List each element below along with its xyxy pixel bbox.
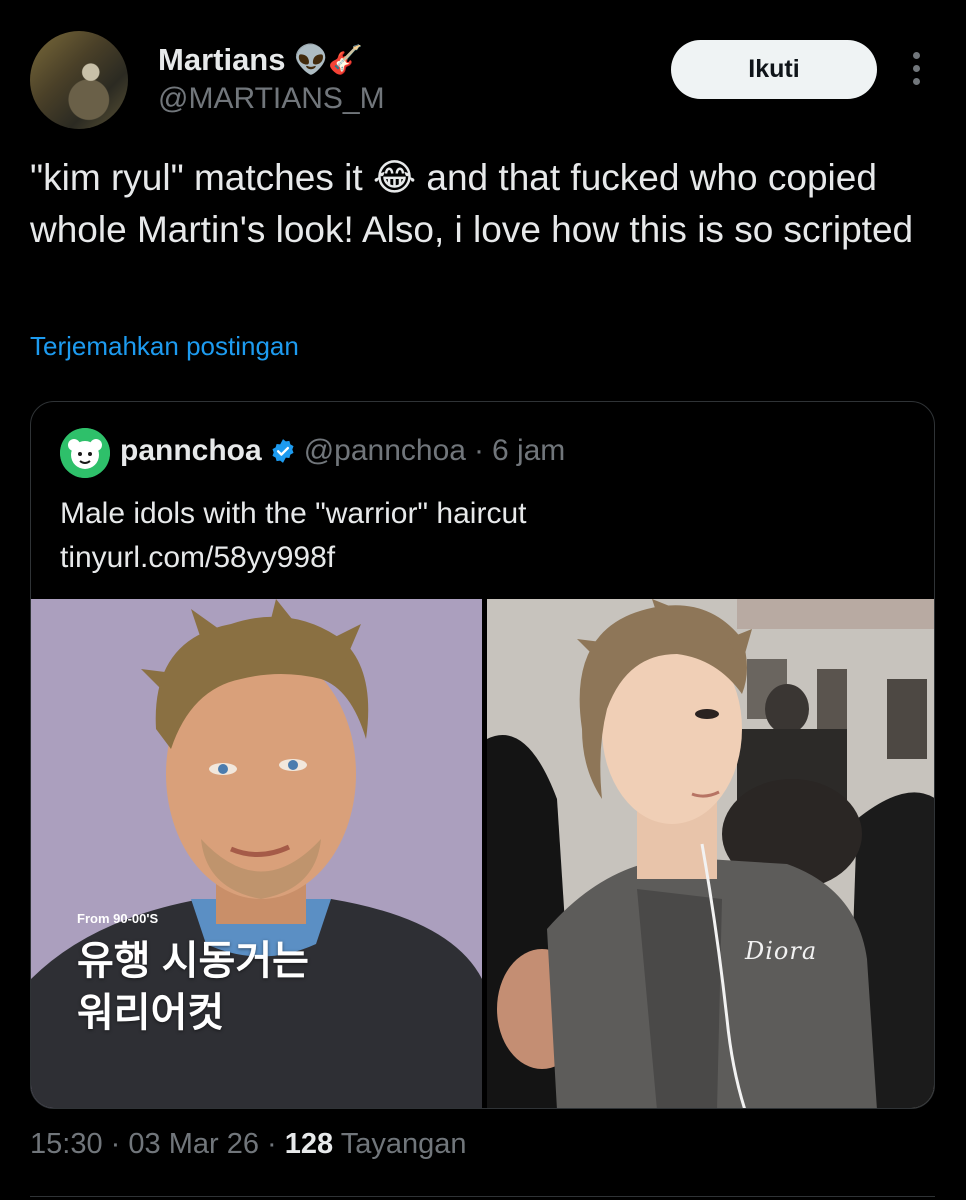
quoted-avatar[interactable] bbox=[60, 428, 110, 478]
overlay-caption-small: From 90-00'S bbox=[77, 911, 159, 926]
tweet-text-part1: "kim ryul" matches it bbox=[30, 157, 373, 198]
quoted-header: pannchoa @pannchoa · 6 jam bbox=[120, 434, 565, 468]
laughing-emoji: 😂 bbox=[372, 157, 417, 198]
quoted-text: Male idols with the "warrior" haircut ti… bbox=[60, 492, 526, 580]
meta-separator: · bbox=[267, 1128, 277, 1160]
author-avatar[interactable] bbox=[30, 31, 128, 129]
meta-separator: · bbox=[110, 1128, 121, 1160]
more-options-icon[interactable] bbox=[904, 52, 928, 88]
quoted-display-name[interactable]: pannchoa bbox=[120, 434, 262, 468]
quoted-post-card[interactable]: pannchoa @pannchoa · 6 jam Male idols wi… bbox=[30, 401, 935, 1109]
dot bbox=[912, 52, 920, 59]
quoted-link[interactable]: tinyurl.com/58yy998f bbox=[60, 536, 526, 580]
verified-badge-icon bbox=[272, 439, 294, 463]
author-name-row[interactable]: Martians 👽🎸 bbox=[158, 42, 363, 78]
post-date[interactable]: 03 Mar 26 bbox=[128, 1128, 259, 1160]
footer-divider bbox=[30, 1196, 935, 1197]
follow-button[interactable]: Ikuti bbox=[671, 40, 877, 99]
quoted-image-right[interactable]: Diora bbox=[487, 599, 934, 1108]
quoted-time[interactable]: 6 jam bbox=[492, 434, 565, 468]
author-handle[interactable]: @MARTIANS_M bbox=[158, 82, 385, 116]
quoted-text-line: Male idols with the "warrior" haircut bbox=[60, 497, 527, 530]
overlay-line-1: 유행 시동거는 bbox=[77, 939, 309, 983]
views-label[interactable]: Tayangan bbox=[341, 1128, 467, 1160]
author-display-name[interactable]: Martians bbox=[158, 42, 285, 78]
name-emojis: 👽🎸 bbox=[293, 44, 364, 75]
photo-watermark: Diora bbox=[745, 937, 818, 965]
views-count[interactable]: 128 bbox=[285, 1128, 333, 1160]
tweet-text: "kim ryul" matches it 😂 and that fucked … bbox=[30, 152, 930, 256]
separator-dot: · bbox=[473, 434, 484, 467]
quoted-handle[interactable]: @pannchoa bbox=[304, 434, 466, 468]
post-time[interactable]: 15:30 bbox=[30, 1128, 103, 1160]
dot bbox=[912, 65, 920, 72]
pannchoa-logo-icon bbox=[60, 428, 110, 478]
overlay-line-2: 워리어컷 bbox=[77, 991, 225, 1035]
portrait-photo-right bbox=[487, 599, 934, 1108]
quoted-image-left[interactable]: From 90-00'S 유행 시동거는 워리어컷 bbox=[31, 599, 482, 1108]
overlay-caption-big: 유행 시동거는 워리어컷 bbox=[77, 935, 309, 1039]
post-meta: 15:30 · 03 Mar 26 · 128 Tayangan bbox=[30, 1128, 466, 1161]
dot bbox=[912, 78, 920, 85]
translate-post-link[interactable]: Terjemahkan postingan bbox=[30, 331, 299, 362]
